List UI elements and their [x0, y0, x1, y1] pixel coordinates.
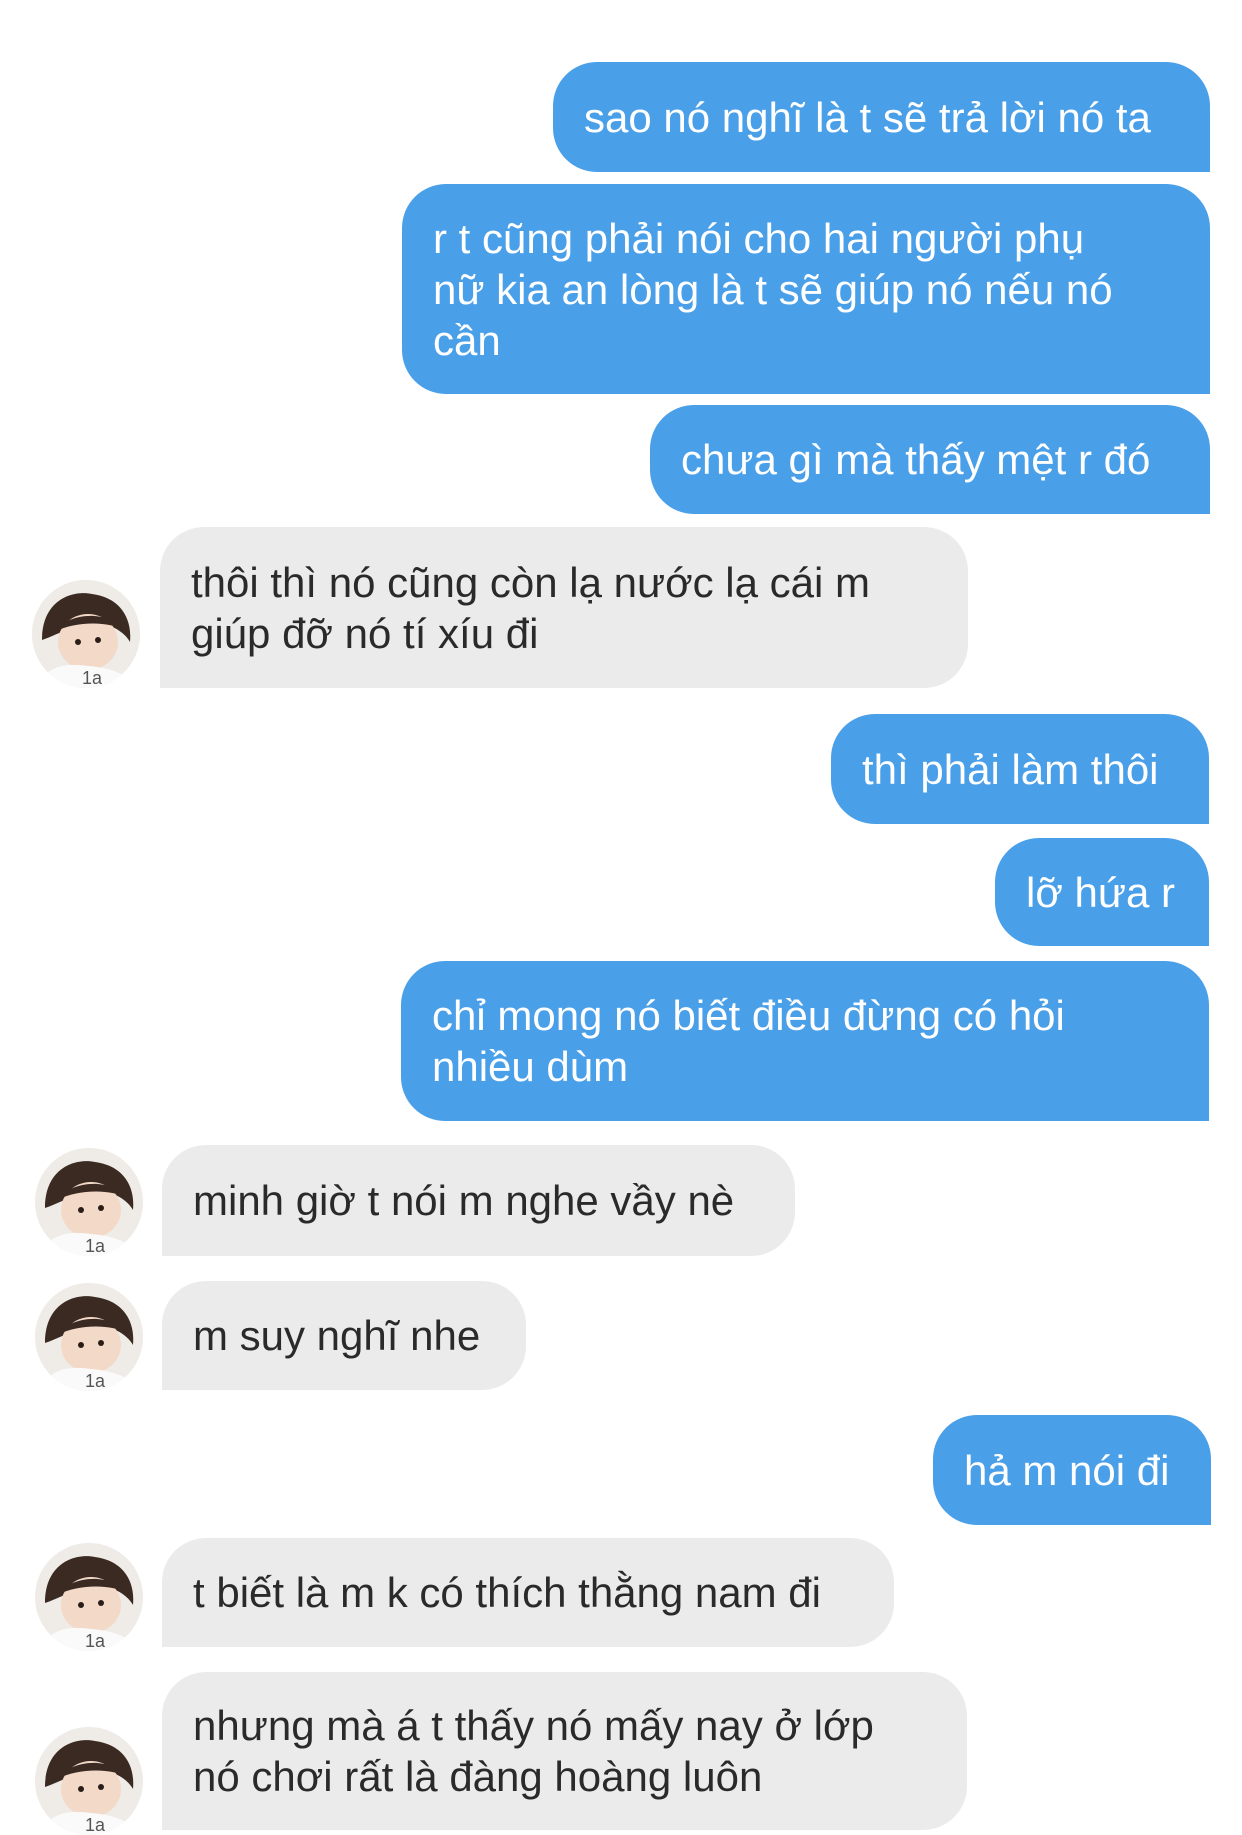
- chat-screen: { "messages": [ {"sender": "me", "text":…: [0, 0, 1242, 1835]
- svg-text:1a: 1a: [85, 1236, 106, 1256]
- sent-message[interactable]: thì phải làm thôi: [831, 714, 1209, 824]
- sent-message[interactable]: chưa gì mà thấy mệt r đó: [650, 405, 1210, 514]
- received-message[interactable]: minh giờ t nói m nghe vầy nè: [162, 1145, 795, 1256]
- sent-message[interactable]: sao nó nghĩ là t sẽ trả lời nó ta: [553, 62, 1210, 172]
- received-message[interactable]: t biết là m k có thích thằng nam đi: [162, 1538, 894, 1647]
- svg-text:1a: 1a: [85, 1815, 106, 1835]
- sent-message[interactable]: chỉ mong nó biết điều đừng có hỏi nhiều …: [401, 961, 1209, 1121]
- contact-avatar[interactable]: 1a: [35, 1148, 143, 1256]
- sent-message[interactable]: hả m nói đi: [933, 1415, 1211, 1525]
- contact-avatar[interactable]: 1a: [35, 1543, 143, 1651]
- contact-avatar[interactable]: 1a: [32, 580, 140, 688]
- svg-text:1a: 1a: [82, 668, 103, 688]
- received-message[interactable]: thôi thì nó cũng còn lạ nước lạ cái m gi…: [160, 527, 968, 688]
- received-message[interactable]: nhưng mà á t thấy nó mấy nay ở lớp nó ch…: [162, 1672, 967, 1830]
- svg-text:1a: 1a: [85, 1631, 106, 1651]
- sent-message[interactable]: r t cũng phải nói cho hai người phụ nữ k…: [402, 184, 1210, 394]
- sent-message[interactable]: lỡ hứa r: [995, 838, 1209, 946]
- contact-avatar[interactable]: 1a: [35, 1727, 143, 1835]
- received-message[interactable]: m suy nghĩ nhe: [162, 1281, 526, 1390]
- svg-text:1a: 1a: [85, 1371, 106, 1391]
- contact-avatar[interactable]: 1a: [35, 1283, 143, 1391]
